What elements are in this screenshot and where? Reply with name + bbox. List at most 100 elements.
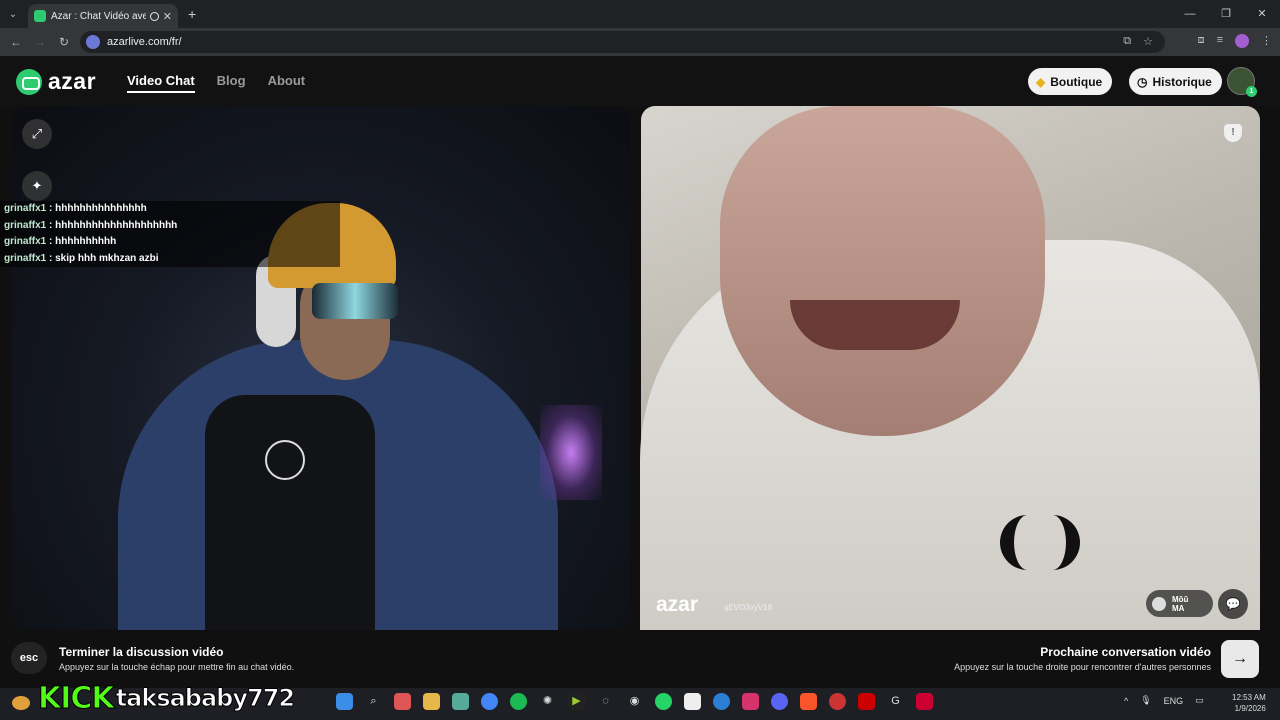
microphone-icon[interactable]: 🎙 (1140, 695, 1151, 706)
clock-time: 12:53 AM (1232, 693, 1266, 702)
store-icon[interactable] (452, 693, 469, 710)
profile-icon[interactable] (1235, 34, 1249, 48)
chat-bubble-icon[interactable]: 💬 (1218, 589, 1248, 619)
network-icon[interactable]: ▭ (1195, 695, 1204, 706)
forward-icon[interactable]: → (28, 35, 52, 49)
chat-overlay: grinaffx1 : hhhhhhhhhhhhhhh grinaffx1 : … (0, 201, 340, 267)
system-tray: ^ 🎙 ENG ▭ (1124, 695, 1204, 706)
spotify-icon[interactable] (510, 693, 527, 710)
kick-username: taksababy772 (115, 684, 295, 713)
address-bar[interactable]: azarlive.com/fr/ ⧉ ☆ (80, 31, 1165, 53)
next-chat-subtitle: Appuyez sur la touche droite pour rencon… (954, 662, 1211, 672)
app-red-icon[interactable] (829, 693, 846, 710)
next-arrow-button[interactable]: → (1221, 640, 1259, 678)
new-tab-icon[interactable]: + (188, 6, 196, 22)
back-icon[interactable]: ← (4, 35, 28, 49)
discord-icon[interactable] (771, 693, 788, 710)
watermark-id: qEVO3vyV18 (724, 603, 773, 612)
weather-icon[interactable] (12, 696, 30, 710)
start-windows-icon[interactable] (336, 693, 353, 710)
gem-icon: ◆ (1036, 74, 1046, 89)
whatsapp-icon[interactable] (655, 693, 672, 710)
url-text: azarlive.com/fr/ (107, 36, 182, 48)
remote-user-pill[interactable]: Mōū MA (1146, 590, 1213, 617)
effects-sparkle-icon[interactable]: ✦ (22, 171, 52, 201)
remote-video-shirt-logo (1000, 515, 1080, 570)
restore-icon[interactable]: ❐ (1208, 0, 1244, 28)
clock-icon: ◷ (1137, 74, 1148, 89)
reload-icon[interactable]: ↻ (52, 35, 76, 49)
next-chat-title: Prochaine conversation vidéo (1040, 645, 1211, 659)
remote-user-name: Mōū (1172, 594, 1189, 604)
recording-icon (149, 11, 159, 21)
chatgpt-icon[interactable]: ✺ (539, 693, 556, 710)
end-chat-title: Terminer la discussion vidéo (59, 645, 224, 659)
minimize-icon[interactable]: — (1172, 0, 1208, 28)
main-nav: Video Chat Blog About (127, 73, 305, 93)
browser-navbar: ← → ↻ azarlive.com/fr/ ⧉ ☆ ⧈ ≡ ⋮ (0, 28, 1280, 56)
search-icon[interactable]: ⌕ (365, 693, 382, 710)
azar-logo[interactable]: azar (16, 68, 96, 95)
app-header: azar Video Chat Blog About ◆ Boutique ◷ … (0, 56, 1280, 106)
remote-video-mouth (790, 300, 960, 350)
chat-message: grinaffx1 : hhhhhhhhhhhhhhhhhhhh (0, 217, 340, 234)
close-window-icon[interactable]: ✕ (1244, 0, 1280, 28)
remote-user-avatar (1152, 596, 1166, 611)
tab-title: Azar : Chat Vidéo avec de n (51, 10, 146, 22)
boutique-button[interactable]: ◆ Boutique (1028, 68, 1113, 95)
expand-icon[interactable]: ⤢ (22, 119, 52, 149)
boutique-label: Boutique (1050, 74, 1103, 89)
esc-button[interactable]: esc (11, 642, 47, 674)
avatar[interactable]: 1 (1227, 67, 1257, 97)
chrome-icon[interactable] (481, 693, 498, 710)
end-chat-subtitle: Appuyez sur la touche échap pour mettre … (59, 662, 295, 672)
capture-app-icon[interactable] (916, 693, 933, 710)
loading-icon[interactable]: ◌ (597, 693, 614, 710)
taskbar-apps: ⌕ ✺ ▶ ◌ ◉ G (336, 693, 933, 710)
azar-watermark: azar (656, 593, 699, 616)
document-icon[interactable] (684, 693, 701, 710)
remote-user-country: MA (1172, 603, 1185, 613)
local-video-emblem (265, 440, 305, 480)
logo-text: azar (48, 68, 97, 94)
nav-blog[interactable]: Blog (217, 73, 246, 93)
azar-favicon-icon (34, 10, 46, 22)
chat-message: grinaffx1 : skip hhh mkhzan azbi (0, 250, 340, 267)
install-app-icon[interactable]: ⧉ (1123, 35, 1131, 48)
azar-logo-icon (16, 68, 42, 95)
instagram-icon[interactable] (742, 693, 759, 710)
tray-expand-icon[interactable]: ^ (1124, 696, 1128, 706)
obs-icon[interactable]: ◉ (626, 693, 643, 710)
avatar-badge: 1 (1246, 86, 1257, 97)
nav-video-chat[interactable]: Video Chat (127, 73, 195, 93)
reading-list-icon[interactable]: ≡ (1217, 34, 1223, 48)
browser-tabbar: ⌄ Azar : Chat Vidéo avec de n ✕ + — ❐ ✕ (0, 0, 1280, 28)
streaming-app-icon[interactable]: ▶ (568, 693, 585, 710)
file-explorer-icon[interactable] (423, 693, 440, 710)
tab-search-icon[interactable]: ⌄ (0, 0, 26, 28)
close-tab-icon[interactable]: ✕ (163, 10, 172, 23)
site-info-icon[interactable] (86, 35, 100, 49)
chat-message: grinaffx1 : hhhhhhhhhh (0, 234, 340, 251)
chat-message: grinaffx1 : hhhhhhhhhhhhhhh (0, 201, 340, 218)
report-shield-icon[interactable]: ! (1224, 124, 1242, 142)
local-video-vest (205, 395, 375, 635)
brave-icon[interactable] (800, 693, 817, 710)
language-indicator[interactable]: ENG (1164, 696, 1184, 706)
bookmark-star-icon[interactable]: ☆ (1143, 35, 1153, 48)
nav-about[interactable]: About (268, 73, 306, 93)
extensions-icon[interactable]: ⧈ (1198, 34, 1205, 48)
taskbar-clock[interactable]: 12:53 AM 1/9/2026 (1232, 692, 1266, 714)
window-controls: — ❐ ✕ (1172, 0, 1280, 28)
kick-logo: KICK (38, 680, 116, 716)
messenger-icon[interactable] (713, 693, 730, 710)
netflix-icon[interactable] (858, 693, 875, 710)
kick-overlay: KICK taksababy772 (38, 680, 296, 716)
local-video-light (540, 405, 602, 500)
historique-button[interactable]: ◷ Historique (1129, 68, 1222, 95)
app-icon[interactable] (394, 693, 411, 710)
menu-icon[interactable]: ⋮ (1261, 34, 1272, 48)
g-app-icon[interactable]: G (887, 693, 904, 710)
browser-tab[interactable]: Azar : Chat Vidéo avec de n ✕ (28, 4, 178, 28)
clock-date: 1/9/2026 (1234, 704, 1266, 713)
